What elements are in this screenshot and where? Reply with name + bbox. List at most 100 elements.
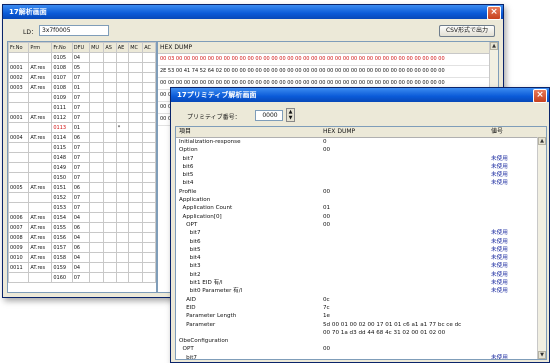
table-cell: AT.res [28, 232, 53, 243]
table-row[interactable]: 0004 AT.res 0114 06 [8, 132, 156, 143]
frame-column-header[interactable]: MC [128, 42, 144, 53]
tree-row[interactable]: bit6 未使用 [176, 238, 546, 246]
tree-row[interactable]: bit5 未使用 [176, 171, 546, 179]
scroll-down-icon[interactable]: ▼ [538, 351, 546, 359]
tree-row[interactable]: Application [176, 196, 546, 204]
table-cell: 0002 [8, 72, 30, 83]
tree-item-label: bit6 [179, 163, 194, 170]
table-cell: 07 [71, 112, 91, 123]
table-row[interactable]: 0150 07 [8, 172, 156, 183]
table-row[interactable]: 0105 04 [8, 52, 156, 63]
frame-column-header[interactable]: Fr.No [51, 42, 73, 53]
table-row[interactable]: 0153 07 [8, 202, 156, 213]
tree-row[interactable]: OPT 00 [176, 345, 546, 353]
ld-input[interactable]: 3x7f0005 [39, 25, 109, 36]
table-cell [128, 82, 144, 93]
tree-row[interactable]: Initialization-response 0 [176, 138, 546, 146]
frame-column-header[interactable]: Fr.No [8, 42, 30, 53]
scroll-up-icon[interactable]: ▲ [538, 137, 546, 145]
table-cell [89, 262, 105, 273]
table-row[interactable]: 0160 07 [8, 272, 156, 283]
spin-down-icon[interactable]: ▼ [287, 115, 294, 121]
tree-row[interactable]: Parameter 5d 00 01 00 02 00 17 01 01 c6 a… [176, 321, 546, 329]
tree-row[interactable]: Parameter Length 1e [176, 312, 546, 320]
table-row[interactable]: 0148 07 [8, 152, 156, 163]
table-cell: 06 [71, 182, 91, 193]
frame-column-header[interactable]: AE [115, 42, 130, 53]
table-row[interactable]: 0149 07 [8, 162, 156, 173]
table-row[interactable]: 0113 01 * [8, 122, 156, 133]
table-cell [128, 112, 144, 123]
table-cell [89, 232, 105, 243]
tree-row[interactable]: Application[0] 00 [176, 213, 546, 221]
csv-export-button[interactable]: CSV形式で出力 [439, 25, 495, 37]
primitive-analysis-titlebar[interactable]: 17プリミティブ解析画面 × [171, 88, 549, 103]
table-row[interactable]: 0006 AT.res 0154 04 [8, 212, 156, 223]
table-cell [115, 142, 130, 153]
table-row[interactable]: 0001 AT.res 0112 07 [8, 112, 156, 123]
table-row[interactable]: 0001 AT.res 0108 05 [8, 62, 156, 73]
table-cell [103, 202, 117, 213]
tree-scrollbar[interactable]: ▲ ▼ [537, 137, 546, 359]
primitive-number-input[interactable]: 0000 [255, 110, 283, 121]
tree-row[interactable]: bit6 未使用 [176, 163, 546, 171]
table-cell: 0004 [8, 132, 30, 143]
frame-column-header[interactable]: AC [142, 42, 156, 53]
tree-row[interactable]: ObeConfiguration [176, 337, 546, 345]
table-row[interactable]: 0009 AT.res 0157 06 [8, 242, 156, 253]
tree-item-value: 未使用 [491, 180, 508, 187]
table-row[interactable]: 0115 07 [8, 142, 156, 153]
tree-row[interactable]: AID 0c [176, 296, 546, 304]
primitive-number-spinner[interactable]: ▲ ▼ [286, 108, 295, 122]
frame-column-header[interactable]: AS [103, 42, 117, 53]
table-row[interactable]: 0008 AT.res 0156 04 [8, 232, 156, 243]
frame-analysis-titlebar[interactable]: 17解析画面 × [3, 5, 503, 20]
table-cell: AT.res [28, 262, 53, 273]
tree-item-label: Application[0] [179, 213, 222, 220]
tree-row[interactable]: bit2 未使用 [176, 271, 546, 279]
table-cell: 0009 [8, 242, 30, 253]
table-row[interactable]: 0002 AT.res 0107 07 [8, 72, 156, 83]
frame-column-header[interactable]: Prm [28, 42, 53, 53]
close-icon[interactable]: × [533, 89, 547, 103]
table-row[interactable]: 0007 AT.res 0155 06 [8, 222, 156, 233]
hex-row[interactable]: 00 03 00 00 00 00 00 00 00 00 00 00 00 0… [158, 54, 498, 66]
close-icon[interactable]: × [487, 6, 501, 20]
table-row[interactable]: 0111 07 [8, 102, 156, 113]
tree-row[interactable]: Application Count 01 [176, 204, 546, 212]
tree-row[interactable]: bit5 未使用 [176, 246, 546, 254]
hex-row[interactable]: 2E 53 00 41 74 52 64 02 00 00 00 00 00 0… [158, 66, 498, 78]
tree-row[interactable]: Option 00 [176, 146, 546, 154]
tree-row[interactable]: 00 70 1a d3 dd 44 68 4c 31 02 00 01 02 0… [176, 329, 546, 337]
table-cell: 0152 [51, 192, 73, 203]
table-cell: 0159 [51, 262, 73, 273]
table-cell: 07 [71, 162, 91, 173]
table-row[interactable]: 0152 07 [8, 192, 156, 203]
tree-row[interactable]: OPT 00 [176, 221, 546, 229]
table-row[interactable]: 0011 AT.res 0159 04 [8, 262, 156, 273]
frame-list-grid[interactable]: Fr.No Prm Fr.No DFU MU AS AE MC AC 0105 04 0001 AT.… [7, 41, 157, 293]
tree-row[interactable]: bit0 Parameter 有/l 未使用 [176, 287, 546, 295]
tree-row[interactable]: bit7 未使用 [176, 354, 546, 359]
table-cell [128, 182, 144, 193]
tree-item-label: bit5 [179, 246, 201, 253]
tree-row[interactable]: bit4 未使用 [176, 254, 546, 262]
tree-row[interactable]: bit3 未使用 [176, 262, 546, 270]
tree-item-label: bit5 [179, 172, 194, 179]
table-row[interactable]: 0109 07 [8, 92, 156, 103]
tree-row[interactable]: bit1 EID 有/l 未使用 [176, 279, 546, 287]
tree-row[interactable]: bit7 未使用 [176, 229, 546, 237]
tree-row[interactable]: bit7 未使用 [176, 155, 546, 163]
tree-row[interactable]: Profile 00 [176, 188, 546, 196]
table-row[interactable]: 0010 AT.res 0158 04 [8, 252, 156, 263]
frame-column-header[interactable]: MU [89, 42, 105, 53]
tree-row[interactable]: EID 7c [176, 304, 546, 312]
tree-row[interactable]: bit4 未使用 [176, 179, 546, 187]
scroll-up-icon[interactable]: ▲ [490, 42, 498, 50]
primitive-tree-grid[interactable]: 項目 HEX DUMP 値号 Initialization-response 0 O… [175, 126, 547, 360]
frame-column-header[interactable]: DFU [71, 42, 91, 53]
table-row[interactable]: 0005 AT.res 0151 06 [8, 182, 156, 193]
table-cell [128, 142, 144, 153]
table-cell [103, 192, 117, 203]
table-row[interactable]: 0003 AT.res 0108 01 [8, 82, 156, 93]
